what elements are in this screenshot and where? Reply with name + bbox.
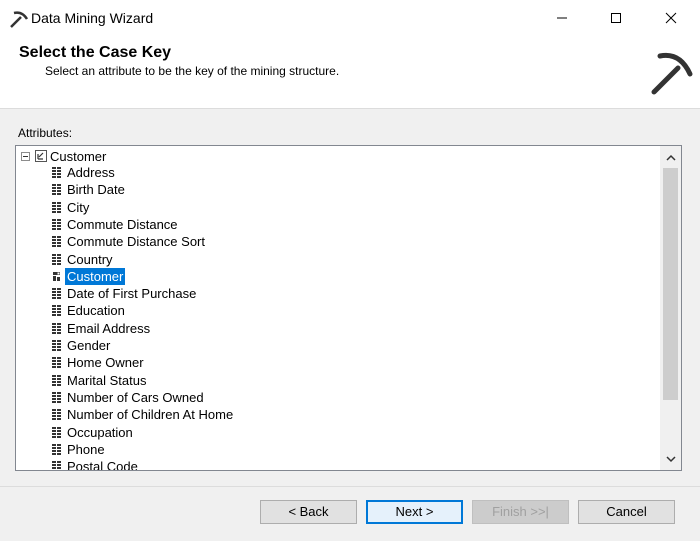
page-title: Select the Case Key [19, 44, 172, 61]
minimize-button[interactable] [539, 0, 585, 36]
chevron-up-icon [665, 154, 676, 161]
tree-item[interactable]: City [16, 199, 656, 216]
tree-root-customer[interactable]: Customer [16, 147, 656, 164]
tree-item[interactable]: Phone [16, 441, 656, 458]
attribute-icon [52, 427, 61, 438]
attributes-label: Attributes: [18, 126, 73, 140]
key-attribute-icon [53, 272, 60, 281]
tree-item[interactable]: Occupation [16, 424, 656, 441]
tree-item-label: Country [67, 252, 113, 267]
finish-button: Finish >>| [472, 500, 569, 524]
tree-item[interactable]: Commute Distance [16, 216, 656, 233]
dimension-icon [35, 150, 47, 162]
tree-viewport: Customer Address Birth Date City Commute Di… [16, 146, 660, 470]
attribute-icon [52, 167, 61, 178]
tree-item[interactable]: Date of First Purchase [16, 285, 656, 302]
title-bar: Data Mining Wizard [0, 0, 700, 36]
scroll-up-button[interactable] [660, 146, 681, 168]
tree-item-label: Commute Distance Sort [67, 234, 205, 249]
attribute-icon [52, 236, 61, 247]
tree-item[interactable]: Gender [16, 337, 656, 354]
tree-item-label: Postal Code [67, 459, 138, 470]
back-button[interactable]: < Back [260, 500, 357, 524]
tree-item[interactable]: Address [16, 164, 656, 181]
attributes-tree[interactable]: Customer Address Birth Date City Commute Di… [15, 145, 682, 471]
attribute-icon [52, 357, 61, 368]
attribute-icon [52, 323, 61, 334]
tree-item-label: Birth Date [67, 182, 125, 197]
attribute-icon [52, 184, 61, 195]
tree-item[interactable]: Home Owner [16, 354, 656, 371]
tree-item-label: City [67, 200, 90, 215]
maximize-icon [611, 13, 621, 23]
tree-item[interactable]: Postal Code [16, 458, 656, 470]
tree-item[interactable]: Commute Distance Sort [16, 233, 656, 250]
tree-item-label: Address [67, 165, 115, 180]
pickaxe-icon [10, 11, 29, 28]
vertical-scrollbar[interactable] [660, 146, 681, 470]
tree-item-label: Date of First Purchase [67, 286, 197, 301]
attribute-icon [52, 340, 61, 351]
minimize-icon [557, 17, 567, 19]
collapse-toggle-icon[interactable] [21, 152, 30, 161]
tree-item-label: Education [67, 303, 125, 318]
scroll-thumb[interactable] [663, 168, 678, 400]
tree-item[interactable]: Marital Status [16, 372, 656, 389]
tree-item-label: Occupation [67, 425, 133, 440]
next-button[interactable]: Next > [366, 500, 463, 524]
tree-item-label: Gender [67, 338, 111, 353]
tree-item-label: Number of Children At Home [67, 407, 234, 422]
attribute-icon [52, 375, 61, 386]
close-button[interactable] [648, 0, 694, 36]
tree-item[interactable]: Number of Cars Owned [16, 389, 656, 406]
tree-item[interactable]: Customer [16, 268, 656, 285]
attribute-icon [52, 305, 61, 316]
page-subtitle: Select an attribute to be the key of the… [45, 64, 340, 78]
window-title: Data Mining Wizard [31, 10, 154, 26]
attribute-icon [52, 461, 61, 469]
tree-item[interactable]: Education [16, 302, 656, 319]
tree-item[interactable]: Email Address [16, 320, 656, 337]
tree-item-label: Marital Status [67, 373, 147, 388]
tree-item-label: Phone [67, 442, 105, 457]
attribute-icon [52, 219, 61, 230]
close-icon [665, 12, 677, 24]
tree-item-label: Home Owner [67, 355, 144, 370]
attribute-icon [52, 409, 61, 420]
tree-root-label: Customer [50, 149, 107, 164]
pickaxe-logo-icon [651, 52, 693, 95]
tree-item-label: Customer [65, 268, 126, 285]
cancel-button[interactable]: Cancel [578, 500, 675, 524]
attribute-icon [52, 392, 61, 403]
attribute-icon [52, 202, 61, 213]
tree-item[interactable]: Country [16, 251, 656, 268]
tree-item-label: Commute Distance [67, 217, 178, 232]
maximize-button[interactable] [593, 0, 639, 36]
tree-item[interactable]: Birth Date [16, 181, 656, 198]
tree-item[interactable]: Number of Children At Home [16, 406, 656, 423]
attribute-icon [52, 444, 61, 455]
tree-item-label: Email Address [67, 321, 151, 336]
attribute-icon [52, 288, 61, 299]
chevron-down-icon [665, 455, 676, 462]
scroll-down-button[interactable] [660, 448, 681, 470]
wizard-header: Select the Case Key Select an attribute … [0, 36, 700, 109]
tree-item-label: Number of Cars Owned [67, 390, 204, 405]
header-divider [0, 108, 700, 109]
attribute-icon [52, 254, 61, 265]
